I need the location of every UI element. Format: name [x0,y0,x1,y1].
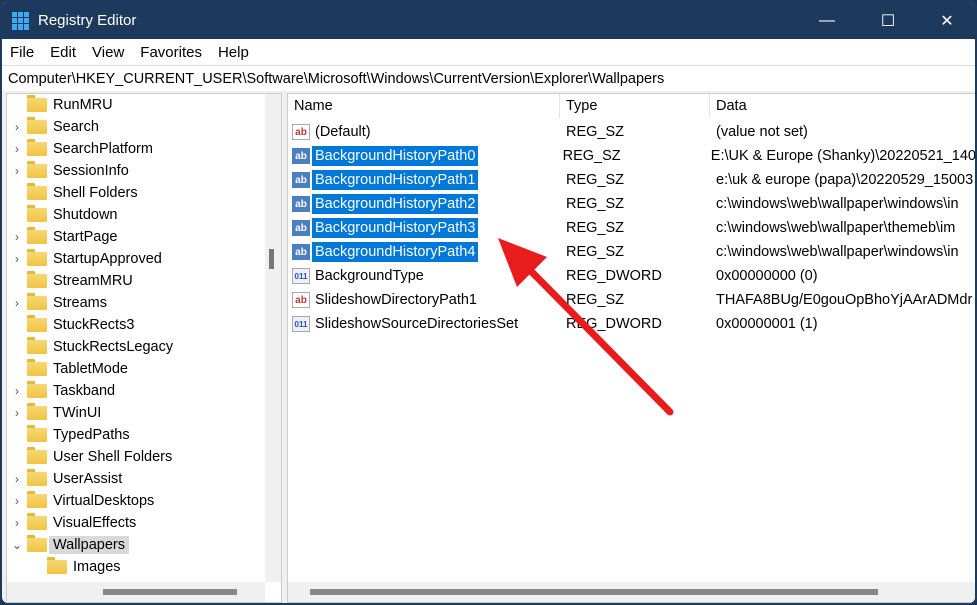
registry-editor-window: Registry Editor — ☐ ✕ File Edit View Fav… [0,0,977,605]
red-arrow-annotation [498,238,674,416]
